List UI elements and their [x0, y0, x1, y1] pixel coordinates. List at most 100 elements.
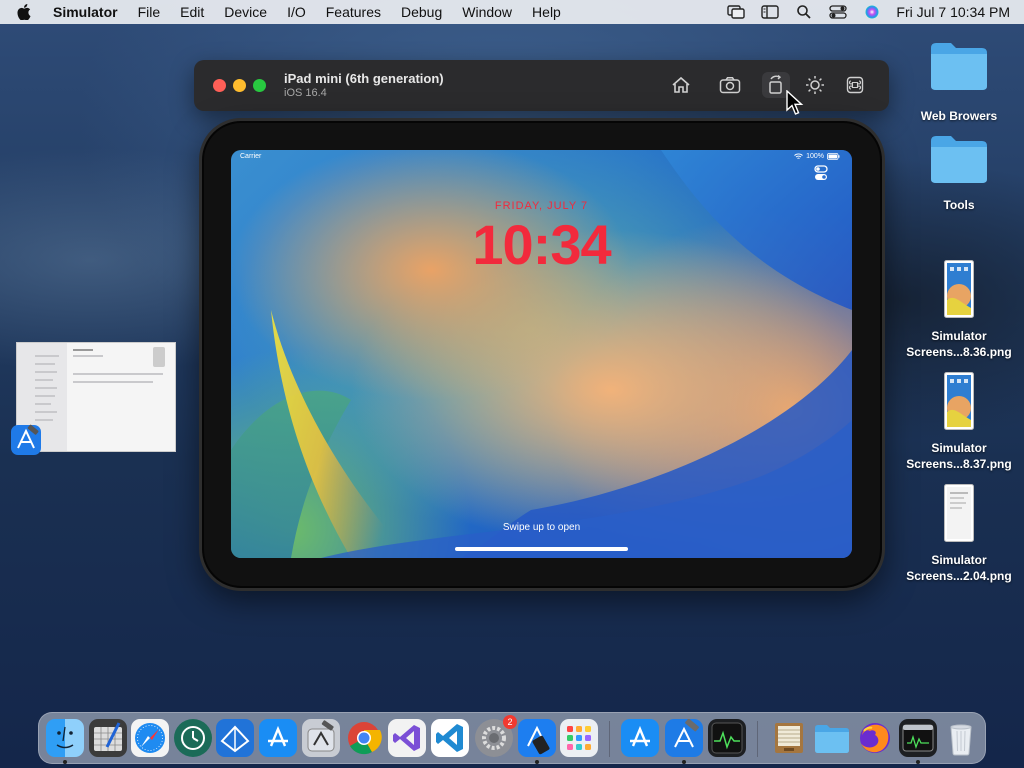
- dock-instruments[interactable]: [216, 719, 254, 757]
- preview-line: [73, 381, 153, 383]
- dock-simulator[interactable]: [518, 719, 556, 757]
- chrome-icon: [348, 722, 382, 755]
- dock-firefox[interactable]: [856, 719, 894, 757]
- running-indicator: [916, 760, 920, 764]
- keyboard-icon: [846, 76, 864, 94]
- dock-downloads-folder[interactable]: [813, 719, 851, 757]
- developer-tools-icon: [307, 720, 335, 752]
- preview-line: [73, 349, 93, 351]
- desktop-item-label: Web Browers: [920, 109, 998, 123]
- desktop-file-screenshot-2[interactable]: Simulator Screens...8.37.png: [899, 372, 1019, 472]
- preview-line: [35, 355, 59, 357]
- dock-system-settings[interactable]: 2: [475, 715, 517, 757]
- sidebar-display-icon[interactable]: [760, 4, 780, 20]
- menu-window[interactable]: Window: [462, 4, 512, 20]
- instruments-icon: [220, 725, 250, 753]
- preview-line: [35, 411, 57, 413]
- appearance-button[interactable]: [801, 72, 829, 98]
- vscode-icon: [436, 724, 463, 752]
- menu-file[interactable]: File: [138, 4, 161, 20]
- desktop-item-label-line2: Screens...8.37.png: [906, 457, 1012, 471]
- preview-device: [153, 347, 165, 367]
- dock-chrome[interactable]: [345, 719, 383, 757]
- siri-icon[interactable]: [862, 4, 882, 20]
- menu-features[interactable]: Features: [326, 4, 381, 20]
- desktop-folder-tools[interactable]: Tools: [899, 133, 1019, 213]
- menu-app-name[interactable]: Simulator: [53, 4, 118, 20]
- screenshot-button[interactable]: [716, 72, 744, 98]
- app-store-icon: [268, 725, 288, 747]
- preview-line: [35, 395, 55, 397]
- dock-xcode[interactable]: [665, 718, 703, 757]
- launchpad-icon: [567, 726, 591, 750]
- image-thumbnail-icon: [944, 372, 974, 430]
- desktop-file-screenshot-3[interactable]: Simulator Screens...2.04.png: [899, 484, 1019, 584]
- dock-developer-tools[interactable]: [302, 719, 340, 757]
- appearance-icon: [806, 76, 824, 94]
- wifi-icon: [794, 153, 803, 159]
- carrier-label: Carrier: [240, 153, 262, 160]
- dock-launchpad[interactable]: [560, 719, 598, 757]
- preview-line: [73, 355, 103, 357]
- minimize-window-button[interactable]: [233, 79, 246, 92]
- safari-icon: [135, 723, 165, 753]
- ipad-lock-screen[interactable]: Carrier 100% FRIDAY, JULY 7 10:34 Swipe …: [231, 150, 852, 558]
- control-center-icon[interactable]: [828, 4, 848, 20]
- rotate-icon: [769, 75, 782, 94]
- keyboard-button[interactable]: [841, 72, 869, 98]
- dock-visual-studio[interactable]: [388, 719, 426, 757]
- menu-device[interactable]: Device: [224, 4, 267, 20]
- zoom-window-button[interactable]: [253, 79, 266, 92]
- close-window-button[interactable]: [213, 79, 226, 92]
- preview-line: [73, 373, 163, 375]
- desktop-folder-web-browsers[interactable]: Web Browers: [899, 40, 1019, 124]
- image-thumbnail-icon: [944, 260, 974, 318]
- desktop-file-screenshot-1[interactable]: Simulator Screens...8.36.png: [899, 260, 1019, 360]
- firefox-icon: [860, 723, 890, 753]
- dock-app-store[interactable]: [259, 719, 297, 757]
- dock-separator: [757, 721, 758, 757]
- dock-console[interactable]: [899, 719, 937, 757]
- menu-debug[interactable]: Debug: [401, 4, 442, 20]
- home-button[interactable]: [667, 72, 695, 98]
- preview-line: [35, 363, 55, 365]
- archive-icon: [775, 723, 803, 753]
- activity-monitor-icon: [711, 722, 743, 754]
- visual-studio-icon: [393, 725, 420, 751]
- dock-safari[interactable]: [131, 719, 169, 757]
- dock-trash[interactable]: [942, 719, 980, 757]
- running-indicator: [535, 760, 539, 764]
- notification-badge: 2: [503, 715, 517, 729]
- dock-app-store-2[interactable]: [621, 719, 659, 757]
- menu-io[interactable]: I/O: [287, 4, 306, 20]
- apple-menu-icon[interactable]: [17, 4, 39, 20]
- battery-percent: 100%: [806, 153, 824, 160]
- dock-time-machine[interactable]: [174, 719, 212, 757]
- finder-icon: [56, 726, 74, 749]
- preview-line: [35, 419, 53, 421]
- dock-script-editor[interactable]: [89, 719, 127, 757]
- lock-screen-toggle-icon[interactable]: [813, 165, 829, 181]
- dock-vscode[interactable]: [431, 719, 469, 757]
- console-icon: [902, 724, 934, 752]
- home-indicator[interactable]: [455, 547, 628, 551]
- screen-mirroring-icon[interactable]: [726, 4, 746, 20]
- dock-finder[interactable]: [46, 719, 84, 757]
- desktop-item-label-line2: Screens...8.36.png: [906, 345, 1012, 359]
- time-machine-icon: [181, 726, 205, 750]
- os-version: iOS 16.4: [284, 87, 327, 99]
- menubar-clock[interactable]: Fri Jul 7 10:34 PM: [896, 4, 1010, 20]
- folder-icon: [931, 136, 987, 183]
- preview-line: [35, 403, 51, 405]
- dock-activity-monitor[interactable]: [708, 719, 746, 757]
- spotlight-search-icon[interactable]: [794, 4, 814, 20]
- menu-help[interactable]: Help: [532, 4, 561, 20]
- lock-time: 10:34: [472, 213, 611, 276]
- menu-edit[interactable]: Edit: [180, 4, 204, 20]
- desktop-item-label-line2: Screens...2.04.png: [906, 569, 1012, 583]
- dock-archive-utility[interactable]: [770, 719, 808, 757]
- trash-icon: [950, 724, 972, 756]
- xcode-app-icon[interactable]: [10, 424, 42, 456]
- desktop-item-label-line1: Simulator: [931, 329, 987, 343]
- running-indicator: [63, 760, 67, 764]
